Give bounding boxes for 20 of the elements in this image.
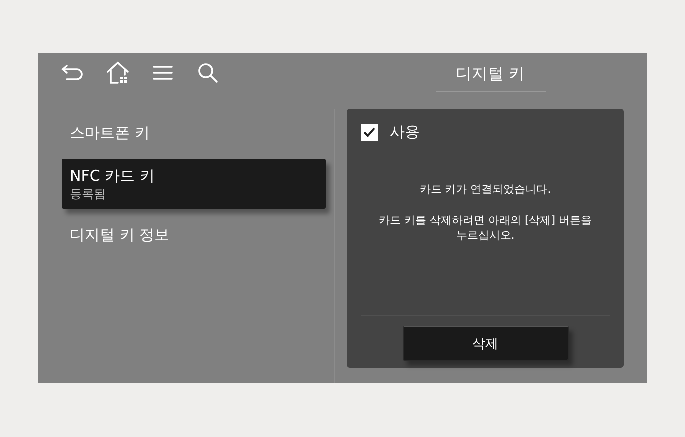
delete-button[interactable]: 삭제 (402, 326, 568, 361)
page-title: 디지털 키 (436, 64, 546, 92)
menu-item-label: NFC 카드 키 (70, 166, 156, 186)
message-text: 카드 키를 삭제하려면 아래의 [삭제] 버튼을 누르십시오. (378, 213, 593, 243)
search-icon (197, 62, 219, 84)
checkbox[interactable] (361, 124, 378, 141)
menu-item-label: 스마트폰 키 (70, 123, 151, 143)
home-button[interactable] (105, 60, 131, 86)
checkbox-label: 사용 (390, 123, 420, 142)
message-text: 카드 키가 연결되었습니다. (420, 182, 552, 197)
use-checkbox[interactable]: 사용 (361, 123, 420, 142)
back-icon (61, 64, 85, 82)
menu-item[interactable]: 디지털 키 정보 (62, 213, 326, 257)
home-icon (106, 61, 130, 85)
menu-item-label: 디지털 키 정보 (70, 225, 171, 245)
menu-item[interactable]: NFC 카드 키 등록됨 (62, 159, 326, 209)
checkmark-icon (363, 127, 376, 138)
menu-item-status: 등록됨 (70, 186, 107, 202)
menu-item[interactable]: 스마트폰 키 (62, 111, 326, 155)
menu-icon (152, 64, 174, 82)
